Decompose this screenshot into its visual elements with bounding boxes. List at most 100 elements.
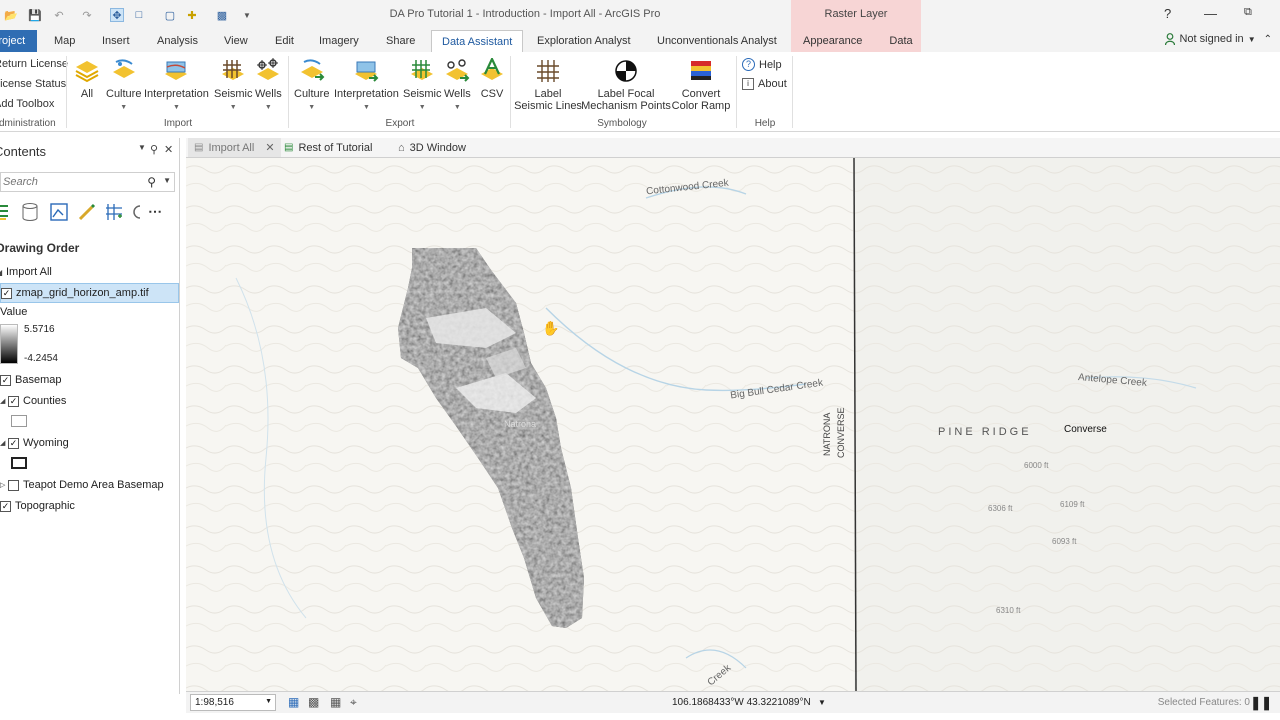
- tab-data-assistant[interactable]: Data Assistant: [431, 30, 524, 52]
- expand-layer-icon[interactable]: ▷: [0, 481, 8, 489]
- expand-layer-icon[interactable]: ◢: [0, 397, 8, 405]
- export-csv-button[interactable]: CSV: [479, 58, 505, 100]
- export-culture-button[interactable]: Culture ▼: [294, 58, 329, 114]
- about-icon: i: [742, 78, 754, 90]
- layer-wyoming[interactable]: ◢ ✓ Wyoming: [0, 433, 179, 453]
- add-toolbox-button[interactable]: Add Toolbox: [0, 98, 54, 110]
- license-status-button[interactable]: License Status: [0, 78, 66, 90]
- map-node-import-all[interactable]: ◢ Import All: [0, 262, 175, 282]
- tab-unconventionals-analyst[interactable]: Unconventionals Analyst: [657, 30, 777, 52]
- return-license-button[interactable]: Return License: [0, 58, 68, 70]
- chevron-down-icon[interactable]: ▼: [818, 698, 826, 707]
- full-extent-icon[interactable]: ▩: [308, 695, 319, 709]
- selected-features-count[interactable]: Selected Features: 0: [1158, 697, 1250, 708]
- customize-quick-access-icon[interactable]: ▼: [240, 8, 254, 22]
- layer-teapot-demo-area-basemap[interactable]: ▷ Teapot Demo Area Basemap: [0, 475, 179, 495]
- convert-color-ramp-button[interactable]: Convert Color Ramp: [672, 58, 730, 112]
- layer-visibility-checkbox[interactable]: ✓: [1, 287, 12, 299]
- view-tab-import-all[interactable]: ▤ Import All ✕: [188, 138, 281, 157]
- ribbon-collapse-icon[interactable]: ⌃: [1264, 34, 1272, 45]
- close-tab-icon[interactable]: ✕: [265, 141, 274, 154]
- layer-zmap-grid-horizon-amp[interactable]: ✓ zmap_grid_horizon_amp.tif: [0, 283, 179, 303]
- fixed-zoom-icon[interactable]: ▦: [288, 695, 299, 709]
- export-seismic-button[interactable]: Seismic ▼: [403, 58, 442, 114]
- explore-icon[interactable]: ✥: [110, 8, 124, 22]
- grid-icon[interactable]: ▦: [330, 695, 341, 709]
- tab-insert[interactable]: Insert: [102, 30, 130, 52]
- map-view[interactable]: Cottonwood Creek Big Bull Cedar Creek An…: [186, 158, 1280, 691]
- search-icon[interactable]: ⚲: [147, 175, 156, 189]
- label-focal-mechanism-points-button[interactable]: Label Focal Mechanism Points: [581, 58, 671, 112]
- import-seismic-button[interactable]: Seismic ▼: [214, 58, 253, 114]
- restore-icon[interactable]: ⧉: [1244, 6, 1252, 19]
- expand-layer-icon[interactable]: ◢: [0, 439, 8, 447]
- clear-selection-icon[interactable]: ▢: [163, 8, 177, 22]
- tab-edit[interactable]: Edit: [275, 30, 294, 52]
- pan-icon[interactable]: ⌖: [350, 695, 357, 710]
- undo-icon[interactable]: ↶: [52, 8, 66, 22]
- label-seismic-lines-button[interactable]: Label Seismic Lines: [514, 58, 582, 112]
- export-wells-button[interactable]: Wells ▼: [444, 58, 471, 114]
- tab-analysis[interactable]: Analysis: [157, 30, 198, 52]
- layer-visibility-checkbox[interactable]: ✓: [8, 437, 19, 449]
- redo-icon[interactable]: ↷: [80, 8, 94, 22]
- view-tab-3d-window[interactable]: ⌂ 3D Window: [392, 138, 472, 157]
- sign-in-status[interactable]: Not signed in ▼ ⌃: [1165, 33, 1272, 45]
- minimize-icon[interactable]: —: [1204, 6, 1217, 21]
- import-interpretation-button[interactable]: Interpretation ▼: [144, 58, 209, 114]
- map-label-natrona-vertical: NATRONA: [822, 412, 832, 456]
- color-ramp-icon: [691, 61, 711, 80]
- scene-view-icon: ⌂: [398, 141, 405, 154]
- tab-project[interactable]: Project: [0, 30, 38, 52]
- open-project-icon[interactable]: 📂: [4, 8, 18, 22]
- list-by-editing-icon[interactable]: [77, 202, 97, 222]
- contents-search-box[interactable]: ⚲ ▼: [0, 172, 175, 192]
- help-button[interactable]: ? Help: [742, 58, 782, 71]
- layer-visibility-checkbox[interactable]: [8, 479, 19, 491]
- pane-options-icon[interactable]: ▼: [138, 143, 146, 152]
- add-data-icon[interactable]: ✚: [185, 8, 199, 22]
- layout-icon[interactable]: ▩: [215, 8, 229, 22]
- pause-drawing-icon[interactable]: ❚❚: [1250, 695, 1272, 711]
- layer-basemap[interactable]: ✓ Basemap: [0, 370, 179, 390]
- list-by-drawing-order-icon[interactable]: [0, 202, 14, 222]
- more-options-icon[interactable]: ⋯: [148, 202, 168, 222]
- tab-view[interactable]: View: [224, 30, 248, 52]
- tab-appearance[interactable]: Appearance Data: [791, 30, 921, 52]
- save-icon[interactable]: 💾: [28, 8, 42, 22]
- import-all-button[interactable]: All: [74, 58, 100, 100]
- tab-data-label[interactable]: Data: [889, 35, 912, 47]
- view-tab-rest-of-tutorial[interactable]: ▤ Rest of Tutorial: [278, 138, 378, 157]
- search-options-chevron-icon[interactable]: ▼: [163, 176, 171, 185]
- close-pane-icon[interactable]: ✕: [164, 143, 173, 156]
- layer-visibility-checkbox[interactable]: ✓: [0, 500, 11, 512]
- export-interpretation-button[interactable]: Interpretation ▼: [334, 58, 399, 114]
- legend-max-value: 5.5716: [24, 324, 55, 335]
- map-name-label: Import All: [6, 266, 52, 278]
- list-by-labeling-icon[interactable]: [128, 202, 148, 222]
- list-by-snapping-icon[interactable]: [104, 202, 124, 222]
- scale-value: 1:98,516: [195, 697, 234, 708]
- select-icon[interactable]: □: [132, 8, 146, 22]
- list-by-data-source-icon[interactable]: [20, 202, 40, 222]
- layer-counties[interactable]: ◢ ✓ Counties: [0, 391, 179, 411]
- csv-icon: [481, 58, 503, 80]
- export-seismic-label: Seismic: [403, 88, 442, 100]
- contents-search-input[interactable]: [1, 173, 141, 191]
- import-wells-button[interactable]: Wells ▼: [255, 58, 282, 114]
- pin-icon[interactable]: ⚲: [150, 143, 158, 156]
- tab-share[interactable]: Share: [386, 30, 415, 52]
- help-icon[interactable]: ?: [1164, 6, 1171, 21]
- layer-topographic[interactable]: ✓ Topographic: [0, 496, 179, 516]
- label-seismic-lines-icon: [537, 60, 559, 82]
- tab-imagery[interactable]: Imagery: [319, 30, 359, 52]
- label-seismic-lines-label-2: Seismic Lines: [514, 100, 582, 112]
- tab-map[interactable]: Map: [54, 30, 75, 52]
- tab-exploration-analyst[interactable]: Exploration Analyst: [537, 30, 631, 52]
- about-button[interactable]: i About: [742, 78, 787, 90]
- layer-visibility-checkbox[interactable]: ✓: [0, 374, 11, 386]
- list-by-selection-icon[interactable]: [49, 202, 69, 222]
- scale-selector[interactable]: 1:98,516 ▼: [190, 694, 276, 711]
- import-culture-button[interactable]: Culture ▼: [106, 58, 141, 114]
- layer-visibility-checkbox[interactable]: ✓: [8, 395, 19, 407]
